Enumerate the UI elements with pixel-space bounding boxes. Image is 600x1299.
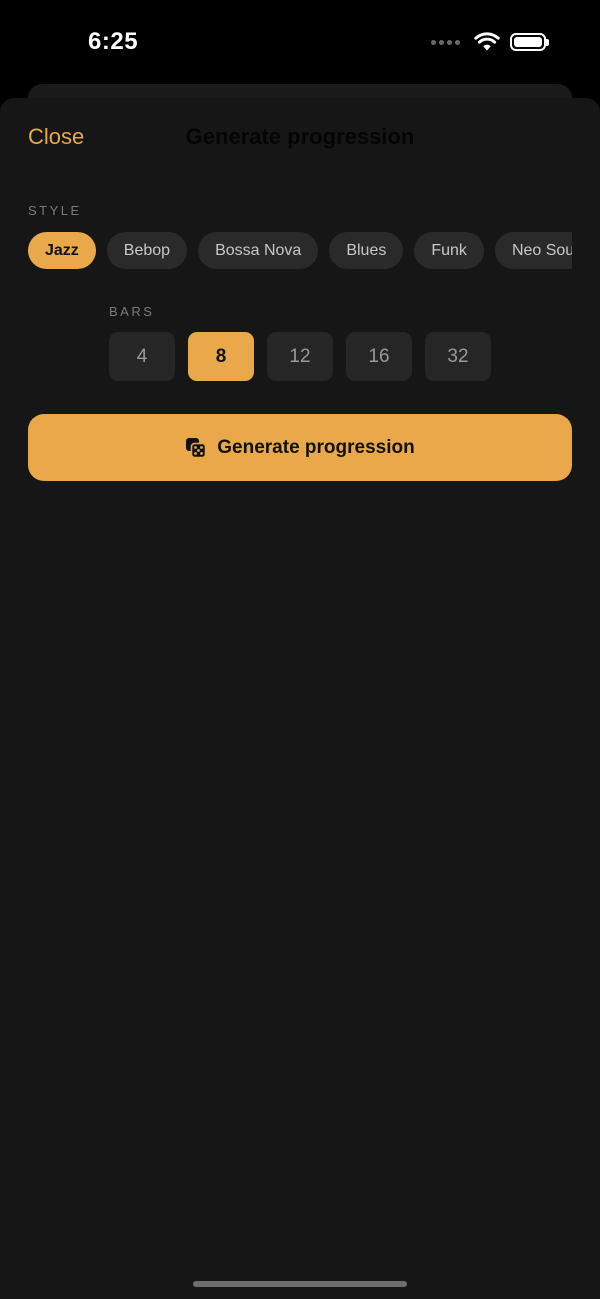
style-chip-row[interactable]: Jazz Bebop Bossa Nova Blues Funk Neo Sou… [28, 232, 572, 270]
status-time: 6:25 [88, 28, 139, 55]
close-button[interactable]: Close [28, 124, 84, 150]
battery-icon [510, 33, 549, 51]
style-section-label: STYLE [28, 203, 82, 218]
dice-icon [186, 437, 207, 458]
style-chip-blues[interactable]: Blues [329, 232, 404, 269]
bars-option-16[interactable]: 16 [346, 332, 412, 381]
status-icons [431, 32, 549, 52]
bars-option-4[interactable]: 4 [109, 332, 175, 381]
status-bar: 6:25 [0, 0, 600, 86]
cellular-signal-icon [431, 39, 460, 45]
bars-option-row: 4 8 12 16 32 [109, 332, 491, 381]
bars-section-label: BARS [109, 304, 155, 319]
style-chip-bebop[interactable]: Bebop [106, 232, 188, 269]
style-chip-jazz[interactable]: Jazz [28, 232, 96, 269]
bars-option-32[interactable]: 32 [425, 332, 491, 381]
style-chip-neo-soul[interactable]: Neo Soul [494, 232, 572, 269]
bars-option-8[interactable]: 8 [188, 332, 254, 381]
wifi-icon [474, 32, 500, 51]
generate-progression-button[interactable]: Generate progression [28, 414, 572, 481]
style-chip-funk[interactable]: Funk [414, 232, 484, 269]
generate-button-label: Generate progression [217, 436, 415, 458]
bars-option-12[interactable]: 12 [267, 332, 333, 381]
modal-sheet [0, 98, 600, 1299]
home-indicator[interactable] [193, 1281, 407, 1287]
style-chip-bossa-nova[interactable]: Bossa Nova [198, 232, 319, 269]
